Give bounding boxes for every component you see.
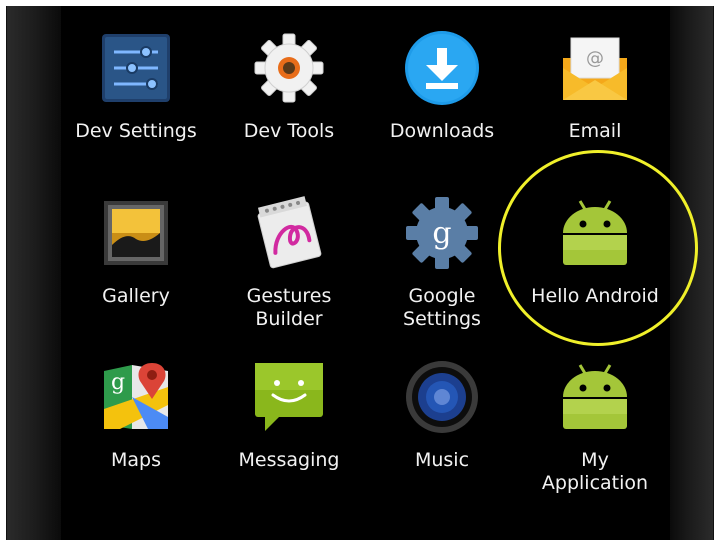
google-gear-icon: g (402, 193, 482, 273)
app-label: Downloads (389, 120, 495, 142)
app-downloads[interactable]: Downloads (362, 28, 522, 143)
app-gestures-builder[interactable]: Gestures Builder (209, 193, 369, 331)
app-dev-settings[interactable]: Dev Settings (56, 28, 216, 143)
gear-icon (249, 28, 329, 108)
sliders-icon (96, 28, 176, 108)
app-dev-tools[interactable]: Dev Tools (209, 28, 369, 143)
app-label: Maps (111, 449, 161, 471)
app-label: Google Settings (403, 285, 481, 330)
app-label: Music (414, 449, 470, 471)
app-label: Dev Tools (243, 120, 335, 142)
app-email[interactable]: @ Email (515, 28, 675, 143)
speaker-icon (402, 357, 482, 437)
app-messaging[interactable]: Messaging (209, 357, 369, 472)
app-label: Messaging (238, 449, 340, 471)
app-gallery[interactable]: Gallery (56, 193, 216, 308)
download-icon (402, 28, 482, 108)
svg-text:g: g (111, 370, 125, 395)
svg-text:@: @ (586, 48, 604, 69)
android-icon (555, 357, 635, 437)
envelope-icon: @ (555, 28, 635, 108)
message-icon (249, 357, 329, 437)
app-google-settings[interactable]: g Google Settings (362, 193, 522, 331)
maps-icon: g (96, 357, 176, 437)
gesture-icon (249, 193, 329, 273)
app-maps[interactable]: g Maps (56, 357, 216, 472)
device-bezel-left (7, 6, 61, 540)
picture-icon (96, 193, 176, 273)
app-label: Gallery (102, 285, 170, 307)
app-music[interactable]: Music (362, 357, 522, 472)
app-label: Dev Settings (75, 120, 197, 142)
app-my-application[interactable]: My Application (515, 357, 675, 495)
app-label: Email (568, 120, 622, 142)
app-label: Gestures Builder (246, 285, 332, 330)
highlight-circle (498, 150, 698, 346)
app-label: My Application (541, 449, 649, 494)
svg-text:g: g (432, 216, 451, 251)
